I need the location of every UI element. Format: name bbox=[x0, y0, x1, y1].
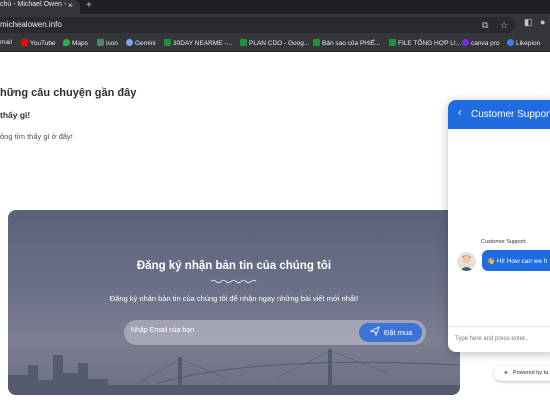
agent-avatar bbox=[457, 252, 476, 271]
bookmark-plan-cdo[interactable]: PLAN CDO - Goog... bbox=[240, 39, 309, 47]
send-icon bbox=[370, 326, 380, 336]
chat-widget: ‹ Customer Support Customer Support 👋 Hi… bbox=[448, 100, 550, 352]
browser-address-bar: michealowen.info ⧉ ☆ ◧ ● bbox=[0, 14, 550, 36]
chat-sender-name: Customer Support bbox=[481, 239, 526, 245]
back-icon[interactable]: ‹ bbox=[458, 107, 462, 119]
chat-title: Customer Support bbox=[471, 109, 550, 120]
youtube-icon bbox=[21, 39, 28, 46]
sheets-icon bbox=[389, 39, 396, 46]
bookmark-file-tong-hop[interactable]: FILE TỔNG HỢP LI... bbox=[389, 39, 461, 47]
chat-message-bubble: 👋 Hi! How can we h bbox=[482, 250, 550, 271]
chat-message-input[interactable]: Type here and press enter.. bbox=[455, 336, 528, 342]
bookmark-maps[interactable]: Maps bbox=[63, 39, 88, 47]
browser-tab[interactable]: chủ - Michael Owen - ... × bbox=[0, 0, 80, 14]
newsletter-description: Đăng ký nhận bản tin của chúng tôi để nh… bbox=[109, 294, 359, 303]
bookmark-gemini[interactable]: Gemini bbox=[126, 39, 156, 47]
canva-icon bbox=[462, 39, 469, 46]
maps-icon bbox=[63, 39, 70, 46]
bookmark-ban-sao[interactable]: Bản sao của PHIẾ... bbox=[313, 39, 381, 47]
sheets-icon bbox=[240, 39, 247, 46]
sheets-icon bbox=[164, 39, 171, 46]
bookmark-canva[interactable]: canva pro bbox=[462, 39, 500, 47]
tab-close-icon[interactable]: × bbox=[68, 1, 73, 10]
email-input[interactable]: Nhập Email của bạn bbox=[131, 327, 194, 334]
sheets-icon bbox=[313, 39, 320, 46]
new-tab-button[interactable]: + bbox=[86, 0, 92, 11]
tab-title: chủ - Michael Owen - ... bbox=[0, 1, 74, 8]
empty-state-text: ông tìm thấy gì ở đây! bbox=[0, 132, 73, 141]
subscribe-label: Đặt mua bbox=[384, 328, 413, 337]
ison-icon bbox=[97, 39, 104, 46]
translate-icon[interactable]: ⧉ bbox=[482, 20, 488, 31]
bookmark-likepion[interactable]: Likepion bbox=[507, 39, 540, 47]
url-text: michealowen.info bbox=[0, 20, 62, 29]
bookmark-30day[interactable]: 30DAY NEARME -... bbox=[164, 39, 232, 47]
profile-icon[interactable]: ● bbox=[540, 17, 545, 27]
bookmark-ison[interactable]: ison bbox=[97, 39, 118, 47]
gemini-icon bbox=[126, 39, 133, 46]
tawk-logo-icon: ✦ bbox=[503, 370, 509, 377]
likepion-icon bbox=[507, 39, 514, 46]
wave-divider bbox=[211, 279, 257, 284]
chat-header: ‹ Customer Support bbox=[448, 100, 550, 129]
newsletter-title: Đăng ký nhận bản tin của chúng tôi bbox=[136, 260, 332, 272]
bookmarks-bar: mail YouTube Maps ison Gemini 30DAY NEAR… bbox=[0, 36, 550, 52]
chat-message-text: 👋 Hi! How can we h bbox=[487, 258, 548, 265]
chat-divider bbox=[448, 326, 550, 327]
url-field[interactable]: michealowen.info ⧉ ☆ bbox=[0, 17, 515, 33]
browser-tab-bar: chủ - Michael Owen - ... × + bbox=[0, 0, 550, 14]
empty-state-title: thấy gì! bbox=[0, 110, 31, 120]
newsletter-form: Nhập Email của bạn Đặt mua bbox=[124, 320, 426, 345]
newsletter-section: Đăng ký nhận bản tin của chúng tôi Đăng … bbox=[8, 210, 460, 395]
extension-icon[interactable]: ◧ bbox=[524, 17, 533, 28]
subscribe-button[interactable]: Đặt mua bbox=[359, 323, 422, 342]
bookmark-star-icon[interactable]: ☆ bbox=[500, 20, 508, 31]
bookmark-youtube[interactable]: YouTube bbox=[21, 39, 56, 47]
section-heading: hững câu chuyện gần đây bbox=[0, 87, 137, 99]
powered-by-text: Powered by ta bbox=[513, 370, 549, 376]
powered-by-badge[interactable]: ✦ Powered by ta bbox=[494, 366, 550, 381]
bookmark-mail[interactable]: mail bbox=[0, 39, 12, 46]
